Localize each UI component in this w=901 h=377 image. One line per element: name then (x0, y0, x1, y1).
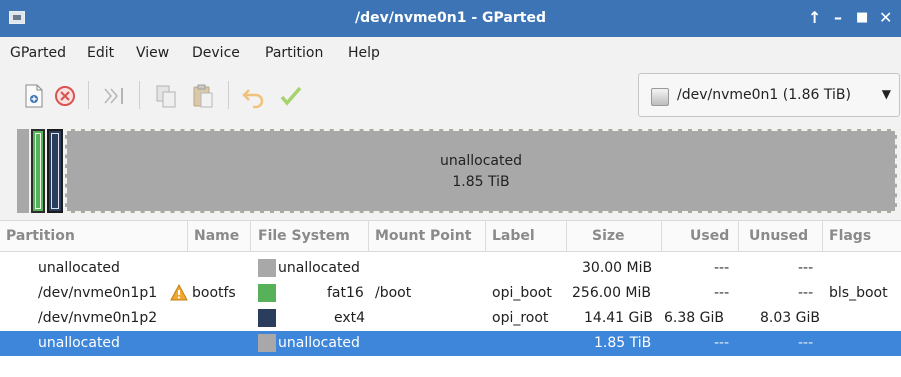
column-file-system[interactable]: File System (258, 228, 350, 244)
cell-size: 14.41 GiB (584, 310, 653, 326)
table-row-selected[interactable]: unallocated unallocated 1.85 TiB --- --- (0, 331, 901, 356)
up-arrow-icon[interactable]: ↑ (808, 8, 821, 27)
map-unallocated-size: 1.85 TiB (452, 174, 510, 190)
toolbar-separator (228, 81, 229, 109)
toolbar-separator (88, 81, 89, 109)
cell-used: --- (714, 335, 730, 351)
table-header: Partition Name File System Mount Point L… (0, 220, 901, 252)
cell-partition: unallocated (38, 335, 120, 351)
device-selector-label: /dev/nvme0n1 (1.86 TiB) (677, 87, 851, 103)
cell-label: opi_root (492, 310, 549, 326)
menu-partition[interactable]: Partition (265, 45, 323, 61)
device-selector[interactable]: /dev/nvme0n1 (1.86 TiB) ▼ (638, 73, 900, 117)
cell-label: opi_boot (492, 285, 552, 301)
fs-color-swatch (258, 309, 276, 327)
minimize-icon[interactable]: – (834, 8, 842, 27)
map-unallocated-label: unallocated (440, 153, 522, 169)
partition-table: Partition Name File System Mount Point L… (0, 220, 901, 377)
cell-file-system: fat16 (327, 285, 364, 301)
toolbar: /dev/nvme0n1 (1.86 TiB) ▼ (0, 67, 901, 125)
cell-unused: --- (798, 335, 814, 351)
cell-size: 1.85 TiB (594, 335, 652, 351)
map-partition-p2[interactable] (47, 129, 63, 213)
table-row[interactable]: /dev/nvme0n1p2 ext4 opi_root 14.41 GiB 6… (0, 306, 901, 331)
column-flags[interactable]: Flags (829, 228, 871, 244)
fs-color-swatch (258, 284, 276, 302)
menu-view[interactable]: View (136, 45, 169, 61)
cell-used: --- (714, 285, 730, 301)
column-partition[interactable]: Partition (6, 228, 75, 244)
cell-size: 256.00 MiB (572, 285, 652, 301)
menu-bar: GParted Edit View Device Partition Help (0, 37, 901, 67)
cell-partition: /dev/nvme0n1p2 (38, 310, 158, 326)
table-row[interactable]: unallocated unallocated 30.00 MiB --- --… (0, 256, 901, 281)
maximize-icon[interactable]: ■ (856, 10, 868, 25)
column-used[interactable]: Used (690, 228, 729, 244)
map-unallocated-large[interactable]: unallocated 1.85 TiB (65, 129, 897, 213)
fs-color-swatch (258, 334, 276, 352)
menu-device[interactable]: Device (192, 45, 240, 61)
cell-file-system: unallocated (278, 260, 360, 276)
cell-partition: /dev/nvme0n1p1 (38, 285, 158, 301)
new-partition-icon[interactable] (21, 83, 47, 109)
cell-name: bootfs (192, 285, 236, 301)
cell-used: --- (714, 260, 730, 276)
table-row[interactable]: /dev/nvme0n1p1 bootfs fat16 /boot opi_bo… (0, 281, 901, 306)
map-unallocated-small[interactable] (17, 129, 29, 213)
apply-icon[interactable] (278, 83, 304, 109)
menu-edit[interactable]: Edit (87, 45, 114, 61)
cell-unused: --- (798, 285, 814, 301)
dropdown-arrow-icon: ▼ (881, 87, 891, 101)
cell-partition: unallocated (38, 260, 120, 276)
copy-icon[interactable] (153, 83, 179, 109)
toolbar-separator (139, 81, 140, 109)
column-mount-point[interactable]: Mount Point (375, 228, 471, 244)
column-label[interactable]: Label (492, 228, 535, 244)
cell-flags: bls_boot (829, 285, 888, 301)
column-size[interactable]: Size (592, 228, 625, 244)
resize-move-icon[interactable] (101, 83, 127, 109)
cell-size: 30.00 MiB (582, 260, 653, 276)
disk-icon (651, 88, 669, 106)
menu-help[interactable]: Help (348, 45, 380, 61)
column-name[interactable]: Name (194, 228, 239, 244)
paste-icon[interactable] (190, 83, 216, 109)
cell-used: 6.38 GiB (664, 310, 724, 326)
cell-file-system: unallocated (278, 335, 360, 351)
column-unused[interactable]: Unused (749, 228, 808, 244)
undo-icon[interactable] (241, 83, 267, 109)
menu-gparted[interactable]: GParted (10, 45, 66, 61)
fs-color-swatch (258, 259, 276, 277)
title-bar: /dev/nvme0n1 - GParted ↑ – ■ ✕ (0, 0, 901, 37)
partition-map: unallocated 1.85 TiB (0, 124, 901, 220)
map-partition-p1[interactable] (31, 129, 45, 213)
cell-mount-point: /boot (375, 285, 412, 301)
cell-unused: --- (798, 260, 814, 276)
cell-unused: 8.03 GiB (760, 310, 820, 326)
delete-partition-icon[interactable] (52, 83, 78, 109)
close-icon[interactable]: ✕ (879, 8, 892, 27)
warning-icon (170, 284, 188, 301)
cell-file-system: ext4 (334, 310, 366, 326)
window-title: /dev/nvme0n1 - GParted (355, 10, 546, 26)
